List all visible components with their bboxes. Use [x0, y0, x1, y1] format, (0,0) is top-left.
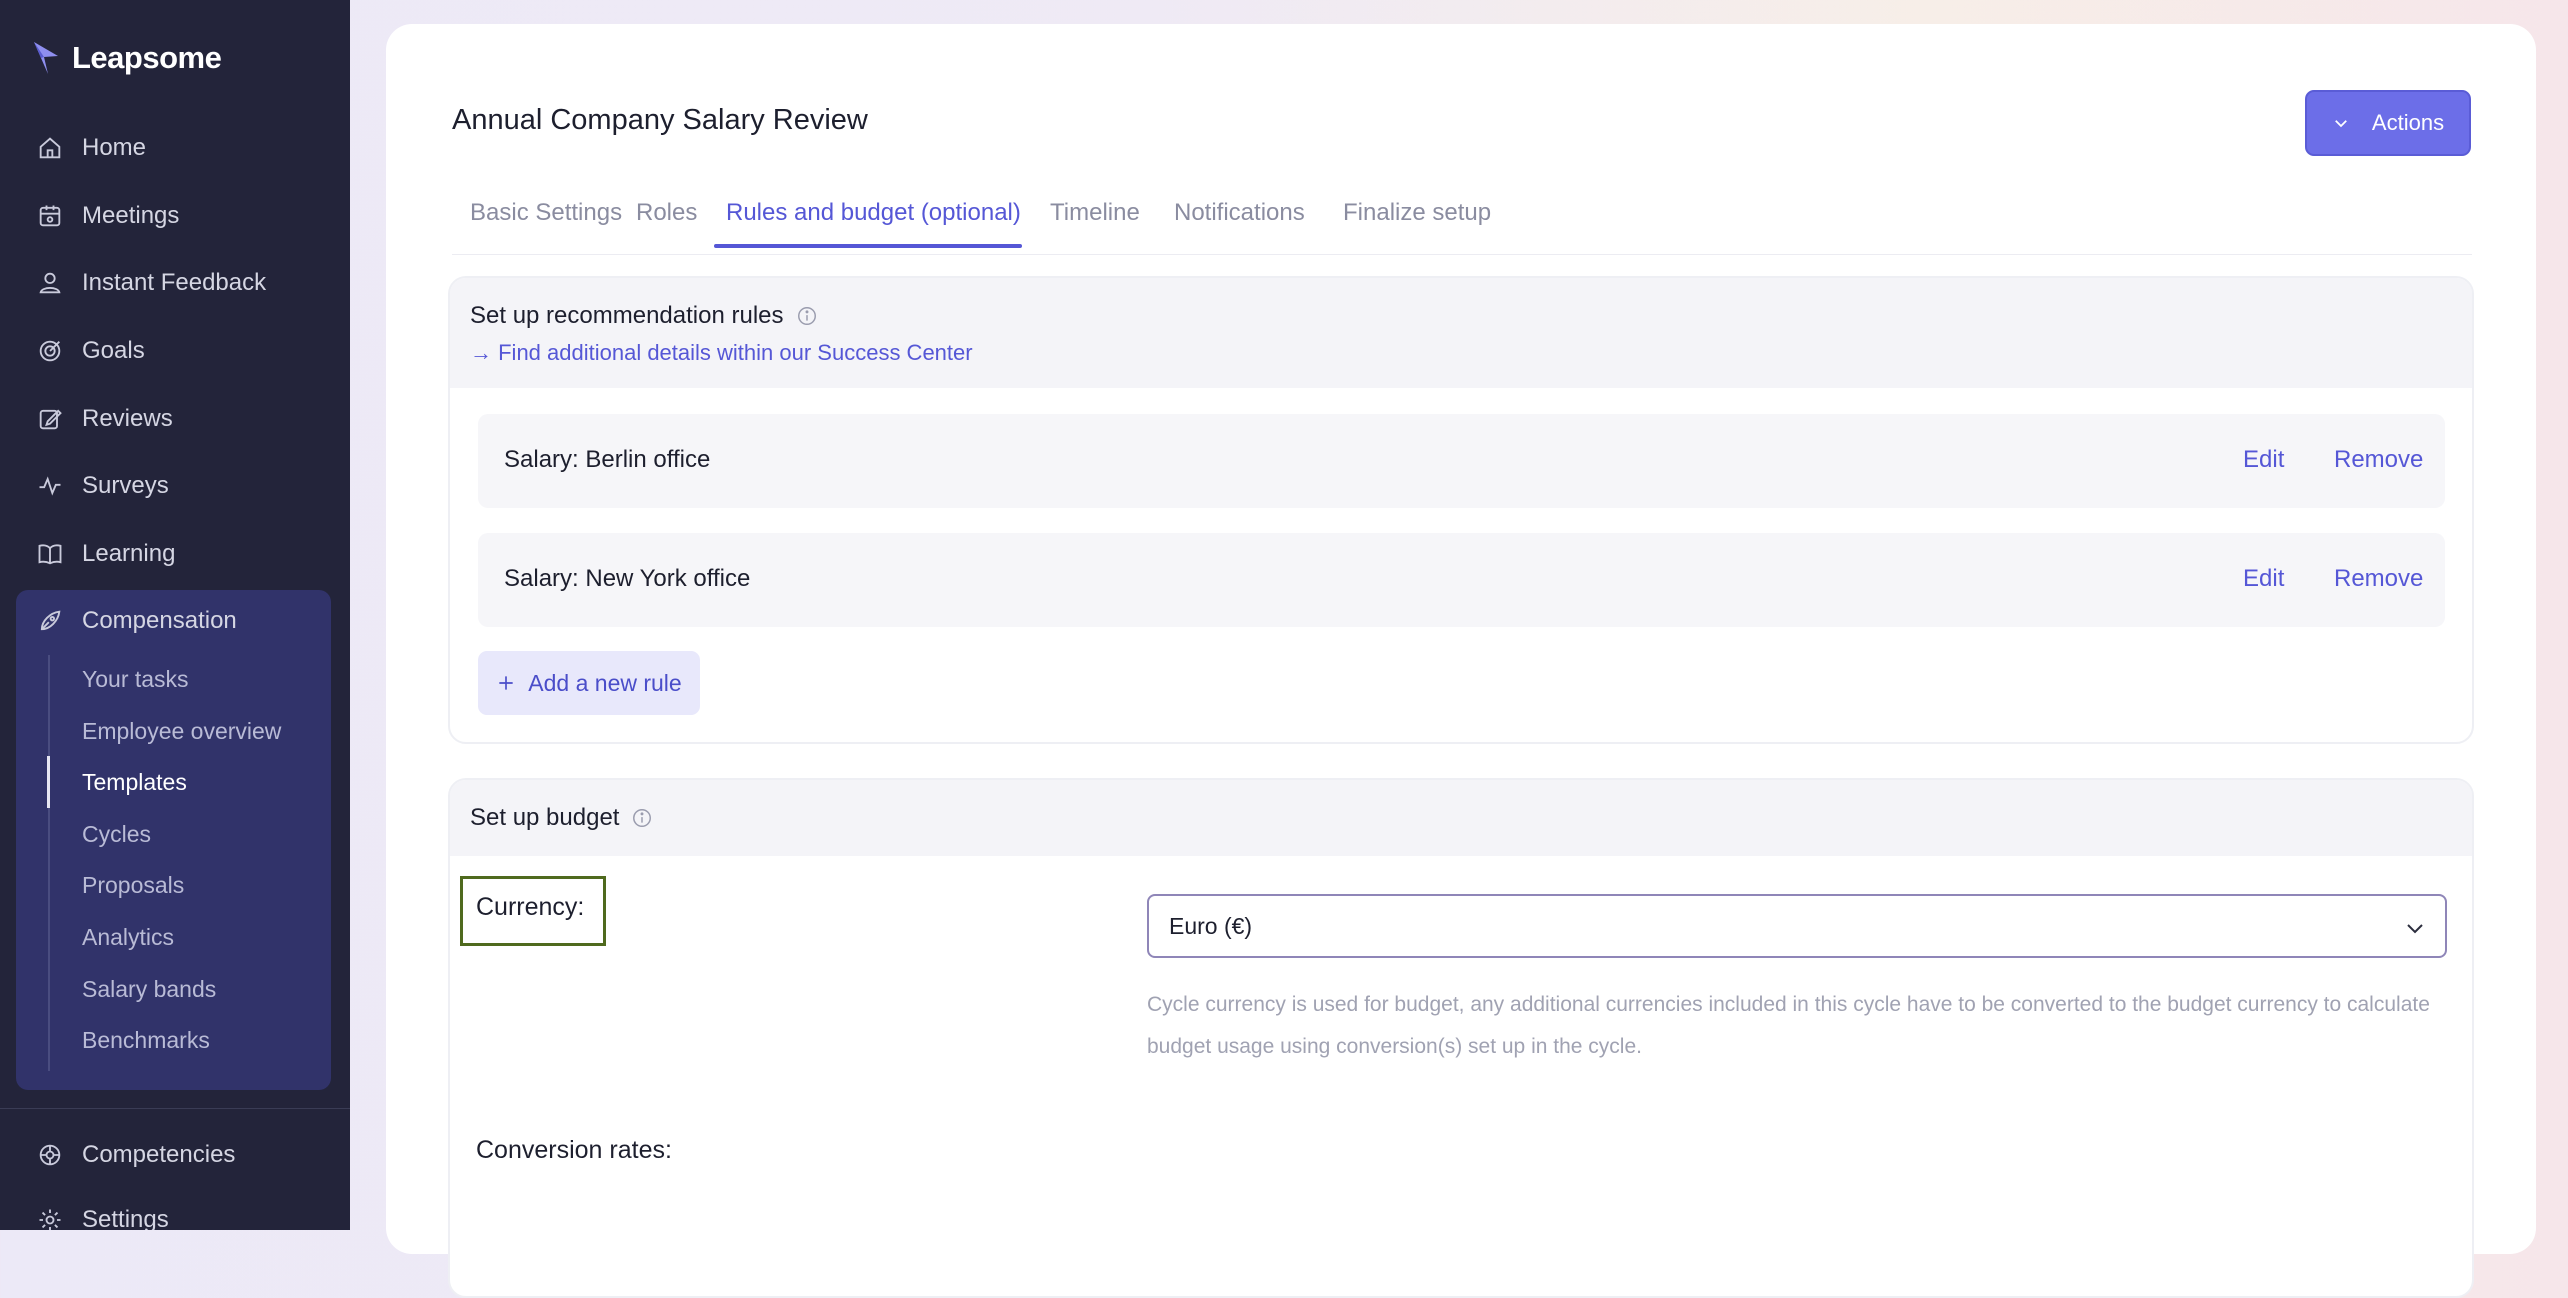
- rules-section-title: Set up recommendation rules: [470, 302, 818, 330]
- active-tab-indicator: [714, 244, 1022, 248]
- chevron-down-icon: [2335, 120, 2347, 128]
- remove-rule-button[interactable]: Remove: [2334, 446, 2423, 474]
- meetings-icon: [39, 205, 61, 227]
- nav-label: Goals: [82, 337, 145, 364]
- sub-employee-overview[interactable]: Employee overview: [82, 713, 281, 749]
- sub-proposals[interactable]: Proposals: [82, 867, 184, 903]
- nav-label: Home: [82, 134, 147, 161]
- nav-reviews[interactable]: Reviews: [36, 399, 173, 439]
- nav-label: Compensation: [82, 607, 237, 634]
- plus-icon: [499, 676, 513, 690]
- nav-label: Settings: [82, 1206, 169, 1230]
- settings-icon: [39, 1209, 61, 1230]
- sub-templates[interactable]: Templates: [82, 764, 187, 800]
- edit-rule-button[interactable]: Edit: [2243, 446, 2284, 474]
- nav-learning[interactable]: Learning: [36, 534, 175, 574]
- page-title: Annual Company Salary Review: [452, 104, 868, 136]
- actions-button[interactable]: Actions: [2305, 90, 2471, 156]
- nav-compensation[interactable]: Compensation: [36, 601, 237, 641]
- info-icon[interactable]: [796, 305, 818, 327]
- budget-section-title: Set up budget: [470, 804, 653, 832]
- tab-bar: Basic Settings Roles Rules and budget (o…: [452, 174, 2472, 255]
- add-rule-label: Add a new rule: [528, 669, 682, 696]
- nav-home[interactable]: Home: [36, 128, 146, 168]
- rule-name: Salary: Berlin office: [504, 446, 711, 473]
- chevron-down-icon: [2407, 924, 2423, 934]
- nav-settings[interactable]: Settings: [36, 1200, 169, 1230]
- home-icon: [39, 137, 61, 159]
- rules-section: Set up recommendation rules → Find addit…: [448, 276, 2474, 744]
- rule-row: Salary: Berlin office Edit Remove: [478, 414, 2445, 508]
- nav-label: Reviews: [82, 405, 173, 432]
- surveys-icon: [39, 476, 61, 496]
- nav-label: Competencies: [82, 1141, 236, 1168]
- tab-timeline[interactable]: Timeline: [1050, 199, 1140, 231]
- competencies-icon: [39, 1144, 61, 1166]
- leapsome-logo-icon: [34, 42, 58, 74]
- submenu-active-indicator: [47, 756, 50, 808]
- feedback-icon: [39, 272, 61, 294]
- sub-benchmarks[interactable]: Benchmarks: [82, 1022, 210, 1058]
- rules-title-text: Set up recommendation rules: [470, 302, 784, 329]
- sidebar-divider: [0, 1108, 350, 1109]
- nav-competencies[interactable]: Competencies: [36, 1135, 235, 1175]
- sub-analytics[interactable]: Analytics: [82, 919, 174, 955]
- nav-label: Surveys: [82, 472, 169, 499]
- nav-label: Learning: [82, 540, 176, 567]
- logo-text: Leapsome: [72, 40, 222, 75]
- sub-your-tasks[interactable]: Your tasks: [82, 661, 189, 697]
- learning-icon: [38, 544, 62, 565]
- budget-title-text: Set up budget: [470, 804, 620, 831]
- actions-label: Actions: [2371, 110, 2445, 135]
- rules-section-header: Set up recommendation rules → Find addit…: [450, 278, 2472, 388]
- sidebar: Leapsome Home Meetings Instant Feedback …: [0, 0, 350, 1230]
- currency-label: Currency:: [460, 876, 606, 946]
- edit-rule-button[interactable]: Edit: [2243, 565, 2284, 593]
- nav-label: Meetings: [82, 202, 180, 229]
- tab-basic-settings[interactable]: Basic Settings: [470, 199, 622, 231]
- currency-value: Euro (€): [1169, 912, 1253, 939]
- remove-rule-button[interactable]: Remove: [2334, 565, 2423, 593]
- tab-rules-and-budget[interactable]: Rules and budget (optional): [726, 199, 1021, 231]
- nav-goals[interactable]: Goals: [36, 331, 145, 371]
- compensation-icon: [40, 610, 61, 631]
- budget-section-header: Set up budget: [450, 780, 2472, 856]
- main-card: Annual Company Salary Review Actions Bas…: [386, 24, 2536, 1298]
- submenu-line: [48, 655, 50, 1071]
- sub-cycles[interactable]: Cycles: [82, 816, 151, 852]
- nav-instant-feedback[interactable]: Instant Feedback: [36, 263, 266, 303]
- add-rule-button[interactable]: Add a new rule: [478, 651, 700, 715]
- tab-roles[interactable]: Roles: [636, 199, 697, 231]
- currency-select[interactable]: Euro (€): [1147, 894, 2447, 958]
- nav-label: Instant Feedback: [82, 269, 267, 296]
- nav-meetings[interactable]: Meetings: [36, 196, 179, 236]
- info-icon[interactable]: [631, 807, 653, 829]
- tab-finalize-setup[interactable]: Finalize setup: [1343, 199, 1491, 231]
- rule-row: Salary: New York office Edit Remove: [478, 533, 2445, 627]
- currency-help-text: Cycle currency is used for budget, any a…: [1147, 993, 2430, 1058]
- budget-section: Set up budget Currency: Euro (€) Cycle c…: [448, 778, 2474, 1298]
- conversion-rates-label: Conversion rates:: [476, 1136, 672, 1164]
- logo[interactable]: Leapsome: [32, 40, 222, 76]
- reviews-icon: [39, 409, 62, 430]
- rule-name: Salary: New York office: [504, 565, 751, 592]
- sub-salary-bands[interactable]: Salary bands: [82, 971, 216, 1007]
- success-center-link[interactable]: → Find additional details within our Suc…: [470, 340, 973, 366]
- nav-surveys[interactable]: Surveys: [36, 466, 169, 506]
- goals-icon: [39, 340, 61, 362]
- tab-notifications[interactable]: Notifications: [1174, 199, 1305, 231]
